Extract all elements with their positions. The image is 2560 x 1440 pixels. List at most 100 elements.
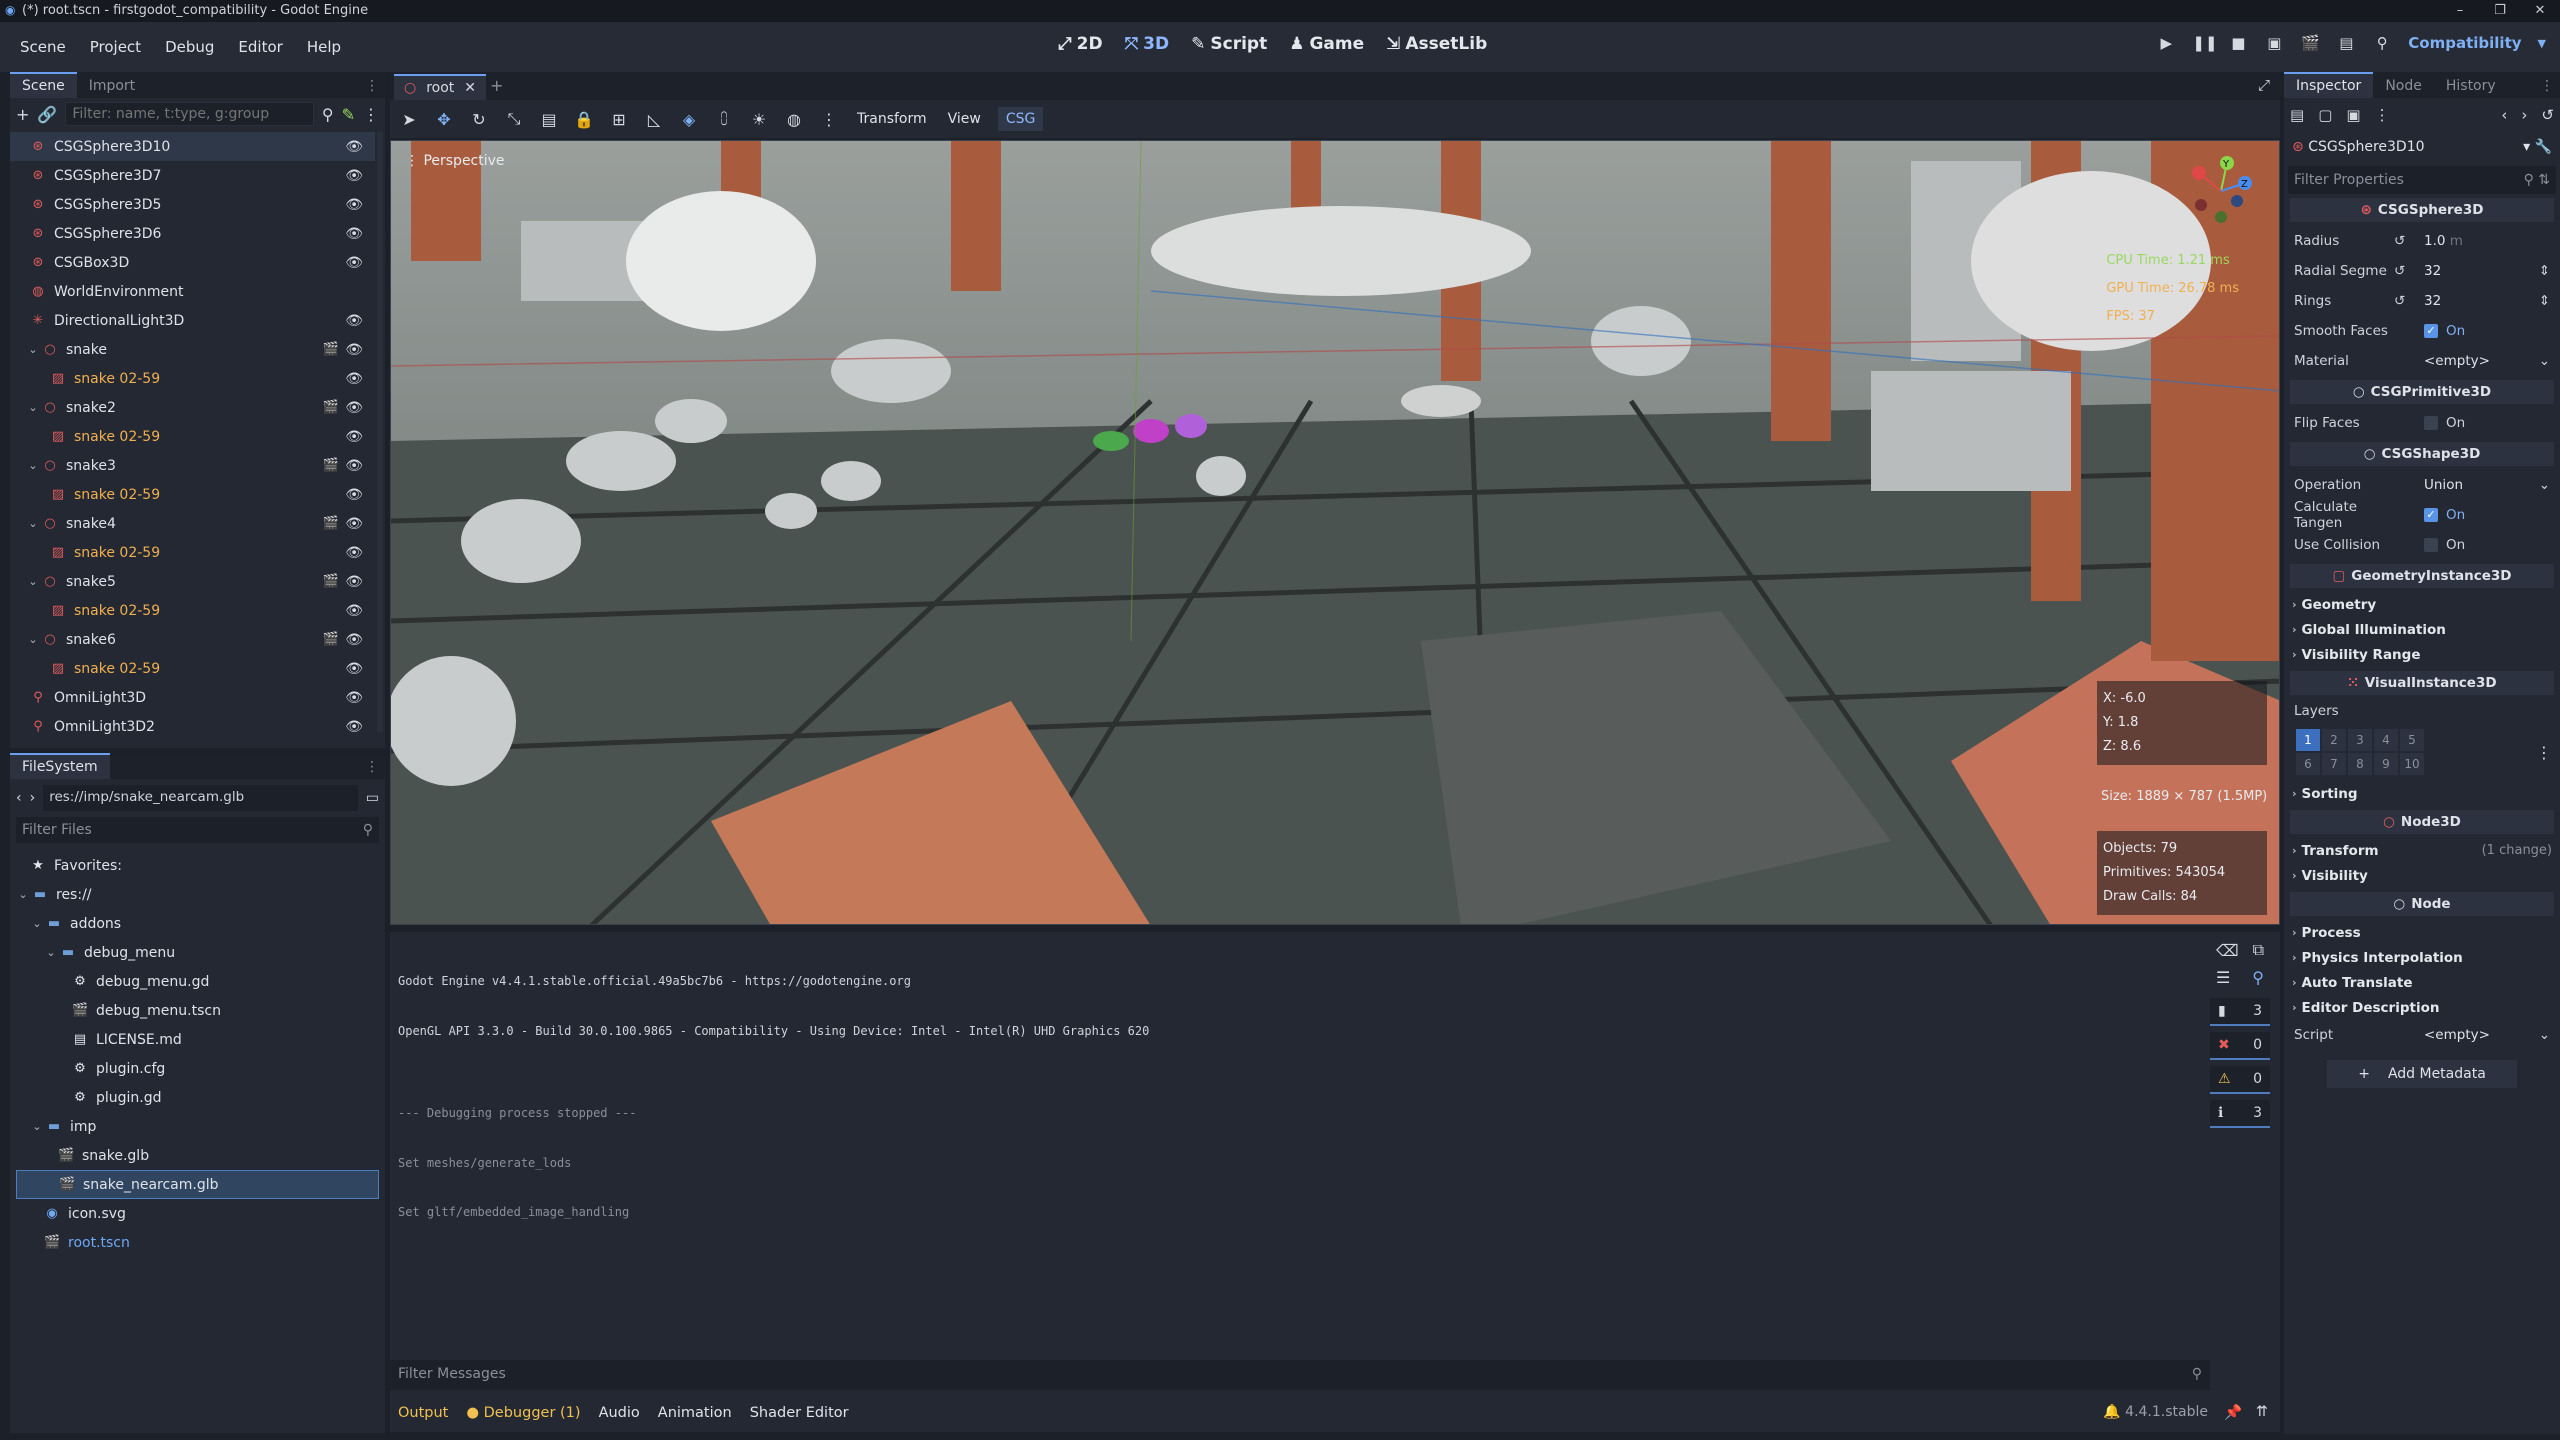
open-in-editor-icon[interactable]: 🎬 xyxy=(323,342,339,357)
more-icon[interactable]: ⋮ xyxy=(2536,743,2552,762)
scene-tree-item[interactable]: ◍ WorldEnvironment xyxy=(10,277,375,306)
tab-history[interactable]: History xyxy=(2434,74,2508,98)
tab-shader-editor[interactable]: Shader Editor xyxy=(750,1405,849,1421)
play-custom-icon[interactable]: ⚲ xyxy=(2372,34,2392,52)
new-resource-icon[interactable]: ▤ xyxy=(2290,106,2304,124)
scene-tree-item[interactable]: ⌄ ○ snake 🎬 👁 xyxy=(10,335,375,364)
filter-warnings[interactable]: ⚠ 0 xyxy=(2210,1066,2270,1094)
revert-icon[interactable]: ↺ xyxy=(2394,293,2405,309)
layer-toggle[interactable]: 1 xyxy=(2296,729,2320,751)
maximize-button[interactable]: ❐ xyxy=(2480,0,2520,22)
scene-tree-item[interactable]: ▨ snake 02-59 👁 xyxy=(10,654,375,683)
visibility-eye-icon[interactable]: 👁 xyxy=(345,226,363,242)
pin-icon[interactable]: 📌 xyxy=(2224,1404,2242,1421)
output-log[interactable]: Godot Engine v4.4.1.stable.official.49a5… xyxy=(398,940,1149,1254)
scene-tree-item[interactable]: ▨ snake 02-59 👁 xyxy=(10,480,375,509)
file-tree-item[interactable]: ◉ icon.svg xyxy=(16,1199,385,1228)
stepper-icon[interactable]: ⇕ xyxy=(2539,263,2550,279)
link-icon[interactable]: 🔗 xyxy=(37,105,57,124)
workspace-game[interactable]: ♟ Game xyxy=(1289,34,1364,54)
workspace-assetlib[interactable]: ⇲ AssetLib xyxy=(1386,34,1487,54)
open-in-editor-icon[interactable]: 🎬 xyxy=(323,458,339,473)
file-tree-item[interactable]: ⌄ ▬ res:// xyxy=(16,880,385,909)
menu-help[interactable]: Help xyxy=(303,38,345,56)
prop-use-collision[interactable]: Use Collision On xyxy=(2284,530,2560,560)
expand-icon[interactable]: ⌄ xyxy=(26,575,40,588)
visibility-eye-icon[interactable]: 👁 xyxy=(345,574,363,590)
expand-icon[interactable]: ⌄ xyxy=(26,517,40,530)
history-icon[interactable]: ↺ xyxy=(2541,106,2554,124)
ruler-icon[interactable]: ◺ xyxy=(643,110,665,129)
visibility-eye-icon[interactable]: 👁 xyxy=(345,603,363,619)
scene-tree-item[interactable]: ⚲ OmniLight3D 👁 xyxy=(10,683,375,712)
back-icon[interactable]: ‹ xyxy=(2501,106,2507,124)
group-visibility-range[interactable]: › Visibility Range xyxy=(2284,642,2560,667)
file-tree-item[interactable]: 🎬 debug_menu.tscn xyxy=(16,996,385,1025)
menu-debug[interactable]: Debug xyxy=(161,38,218,56)
visibility-eye-icon[interactable]: 👁 xyxy=(345,487,363,503)
expand-icon[interactable]: ⌄ xyxy=(26,343,40,356)
scene-tree-item[interactable]: ✳ DirectionalLight3D 👁 xyxy=(10,306,375,335)
environment-preview-icon[interactable]: ◍ xyxy=(783,110,805,129)
close-tab-icon[interactable]: ✕ xyxy=(464,80,476,96)
dock-menu-icon[interactable]: ⋮ xyxy=(359,74,385,98)
tab-filesystem[interactable]: FileSystem xyxy=(10,753,110,779)
layer-toggle[interactable]: 4 xyxy=(2374,729,2398,751)
scene-tree-item[interactable]: ⌄ ○ snake6 🎬 👁 xyxy=(10,625,375,654)
close-window-button[interactable]: ✕ xyxy=(2520,0,2560,22)
layer-toggle[interactable]: 3 xyxy=(2348,729,2372,751)
file-tree-item[interactable]: ⌄ ▬ imp xyxy=(16,1112,385,1141)
expand-icon[interactable]: ⌄ xyxy=(26,401,40,414)
open-in-editor-icon[interactable]: 🎬 xyxy=(323,516,339,531)
stop-icon[interactable]: ■ xyxy=(2228,34,2248,52)
open-folder-icon[interactable]: ▢ xyxy=(2318,106,2332,124)
play-icon[interactable]: ▶ xyxy=(2156,34,2176,52)
tab-debugger[interactable]: ● Debugger (1) xyxy=(466,1405,580,1421)
visibility-eye-icon[interactable]: 👁 xyxy=(345,661,363,677)
visibility-eye-icon[interactable]: 👁 xyxy=(345,168,363,184)
transform-menu[interactable]: Transform xyxy=(853,111,931,127)
file-tree-item[interactable]: ⌄ ▬ addons xyxy=(16,909,385,938)
revert-icon[interactable]: ↺ xyxy=(2394,263,2405,279)
filter-errors[interactable]: ✖ 0 xyxy=(2210,1032,2270,1060)
tab-import[interactable]: Import xyxy=(77,74,147,98)
more-icon[interactable]: ⋮ xyxy=(818,110,840,129)
more-icon[interactable]: ⋮ xyxy=(2375,106,2390,124)
prop-operation[interactable]: Operation Union ⌄ xyxy=(2284,470,2560,500)
tab-audio[interactable]: Audio xyxy=(599,1405,640,1421)
lock-icon[interactable]: 🔒 xyxy=(573,110,595,129)
scene-tree-item[interactable]: ▨ snake 02-59 👁 xyxy=(10,422,375,451)
workspace-3d[interactable]: ⤧ 3D xyxy=(1125,34,1170,54)
add-node-icon[interactable]: + xyxy=(16,105,29,124)
dock-menu-icon[interactable]: ⋮ xyxy=(359,755,385,779)
layer-toggle[interactable]: 10 xyxy=(2400,753,2424,775)
expand-icon[interactable]: ⌄ xyxy=(16,888,30,901)
file-tree-item[interactable]: 🎬 snake_nearcam.glb xyxy=(16,1170,379,1199)
visibility-eye-icon[interactable]: 👁 xyxy=(345,371,363,387)
scene-tree-item[interactable]: ⊛ CSGSphere3D10 👁 xyxy=(10,132,375,161)
filter-files-field[interactable]: Filter Files ⚲ xyxy=(16,817,379,843)
visibility-eye-icon[interactable]: 👁 xyxy=(345,342,363,358)
tab-node[interactable]: Node xyxy=(2373,74,2434,98)
path-field[interactable]: res://imp/snake_nearcam.glb xyxy=(43,785,358,811)
group-sorting[interactable]: › Sorting xyxy=(2284,781,2560,806)
expand-icon[interactable]: ⌄ xyxy=(44,946,58,959)
3d-viewport[interactable]: ⋮ Perspective Y Z CPU Time: 1.21 ms GPU … xyxy=(390,140,2280,925)
scene-tree-item[interactable]: ▨ snake 02-59 👁 xyxy=(10,538,375,567)
menu-project[interactable]: Project xyxy=(86,38,145,56)
snap-icon[interactable]: ⩇ xyxy=(713,109,735,129)
prop-radius[interactable]: Radius ↺ 1.0 m xyxy=(2284,226,2560,256)
visibility-eye-icon[interactable]: 👁 xyxy=(345,545,363,561)
remote-debug-icon[interactable]: ▣ xyxy=(2264,34,2284,52)
layer-toggle[interactable]: 2 xyxy=(2322,729,2346,751)
dock-menu-icon[interactable]: ⋮ xyxy=(2534,74,2560,98)
scene-tree-scrollbar[interactable] xyxy=(377,132,383,732)
forward-icon[interactable]: › xyxy=(2521,106,2527,124)
clear-icon[interactable]: ⌫ xyxy=(2216,941,2239,960)
file-tree-item[interactable]: ▤ LICENSE.md xyxy=(16,1025,385,1054)
add-metadata-button[interactable]: + Add Metadata xyxy=(2327,1060,2517,1088)
movie-maker-icon[interactable]: 🎬 xyxy=(2300,34,2320,52)
scene-tree-item[interactable]: ⊛ CSGSphere3D6 👁 xyxy=(10,219,375,248)
chevron-down-icon[interactable]: ⌄ xyxy=(2539,353,2550,369)
forward-icon[interactable]: › xyxy=(30,790,36,806)
